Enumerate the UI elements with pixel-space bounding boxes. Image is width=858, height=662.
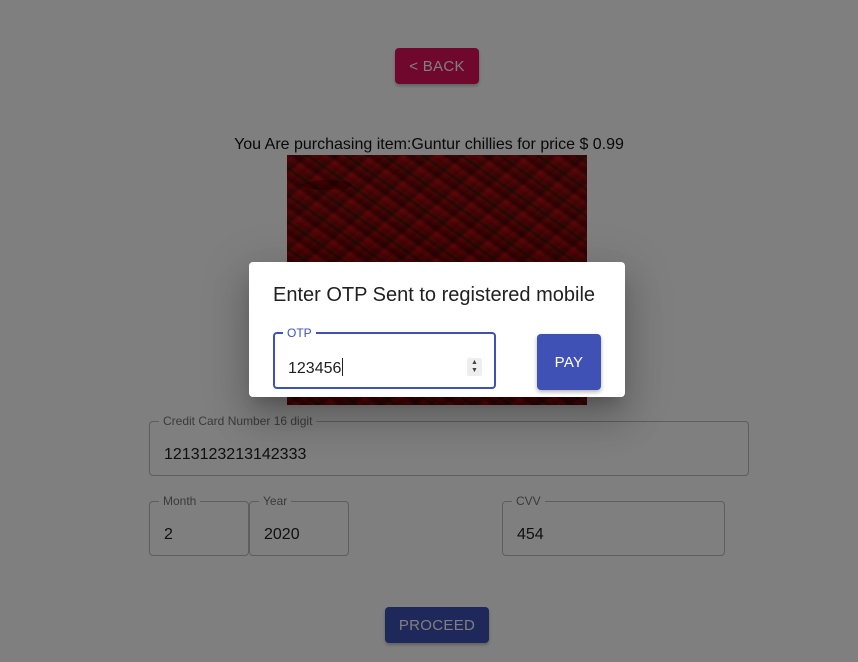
otp-label: OTP: [287, 326, 312, 340]
otp-dialog: Enter OTP Sent to registered mobile OTP …: [249, 262, 625, 397]
number-spinner-icon[interactable]: ▲ ▼: [467, 358, 482, 376]
otp-value-wrapper: 123456: [288, 358, 344, 378]
dialog-title: Enter OTP Sent to registered mobile: [273, 284, 596, 306]
otp-input[interactable]: OTP 123456 ▲ ▼: [273, 326, 496, 389]
pay-button[interactable]: PAY: [537, 334, 601, 390]
otp-value: 123456: [288, 360, 342, 377]
spin-down-icon[interactable]: ▼: [471, 367, 478, 375]
spin-up-icon[interactable]: ▲: [471, 359, 478, 367]
text-caret: [342, 358, 344, 376]
